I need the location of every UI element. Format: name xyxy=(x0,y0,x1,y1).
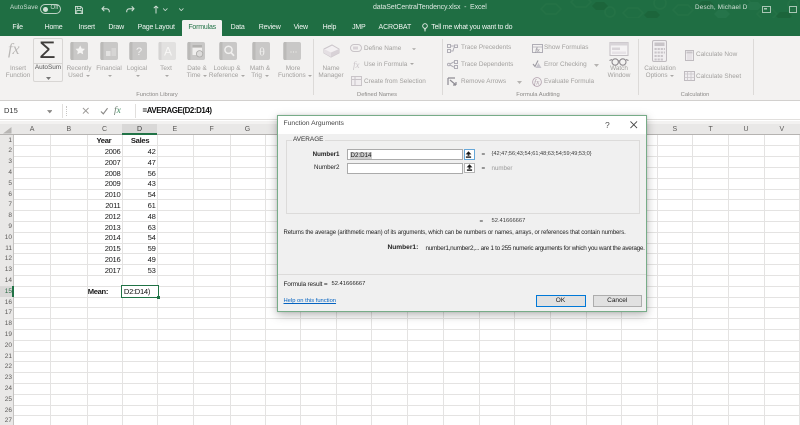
svg-text:?: ? xyxy=(135,46,141,58)
svg-text:...: ... xyxy=(290,44,298,54)
svg-text:A: A xyxy=(163,44,171,58)
svg-text:fx: fx xyxy=(353,60,360,70)
svg-text:fx: fx xyxy=(535,47,540,53)
svg-text:fx: fx xyxy=(534,77,540,86)
svg-text:θ: θ xyxy=(259,44,265,58)
